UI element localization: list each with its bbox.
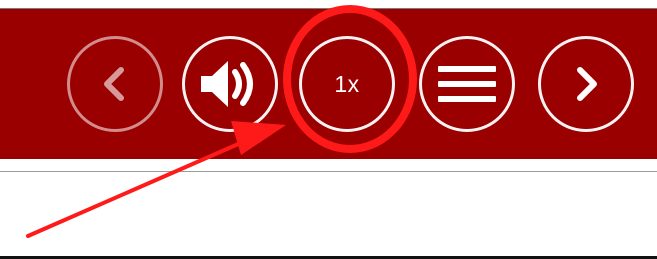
menu-button[interactable] — [419, 36, 515, 132]
speed-button[interactable]: 1x — [299, 36, 395, 132]
hamburger-menu-icon — [438, 66, 496, 102]
toolbar-bottom-border — [0, 159, 657, 172]
speed-label: 1x — [334, 70, 360, 97]
audio-button[interactable] — [182, 36, 278, 132]
page: 1x — [0, 0, 657, 259]
next-button[interactable] — [538, 36, 634, 132]
top-border — [0, 0, 657, 9]
player-toolbar: 1x — [0, 9, 657, 159]
chevron-left-icon — [104, 67, 124, 101]
speaker-icon — [201, 61, 253, 107]
chevron-right-icon — [577, 67, 597, 101]
previous-button[interactable] — [67, 36, 163, 132]
